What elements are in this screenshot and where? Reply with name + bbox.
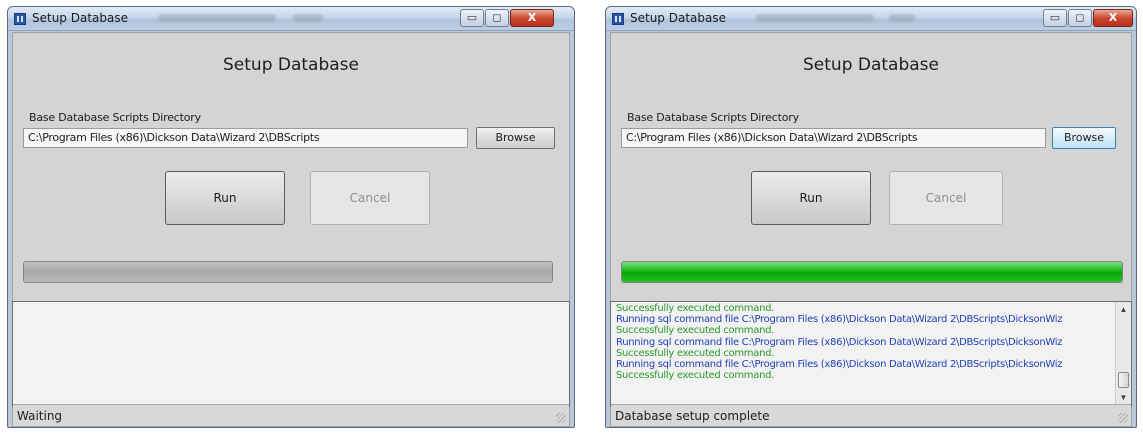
progress-bar — [23, 261, 553, 283]
scripts-directory-input[interactable]: C:\Program Files (x86)\Dickson Data\Wiza… — [621, 128, 1046, 148]
run-button[interactable]: Run — [751, 171, 871, 225]
log-output[interactable]: Successfully executed command. Running sq… — [610, 301, 1132, 407]
minimize-button[interactable]: ▭ — [1043, 9, 1067, 27]
background-menu-blur — [293, 14, 323, 22]
log-line: Running sql command file C:\Program File… — [616, 336, 1063, 348]
setup-window-waiting: Setup Database ▭ ◻ X Setup Database Base… — [7, 6, 575, 428]
browse-button[interactable]: Browse — [1052, 127, 1116, 149]
page-title: Setup Database — [803, 55, 939, 75]
log-line: Successfully executed command. — [616, 325, 775, 337]
progress-fill — [24, 262, 552, 282]
maximize-button[interactable]: ◻ — [485, 9, 509, 27]
window-title: Setup Database — [32, 11, 128, 25]
background-menu-blur — [158, 14, 276, 22]
close-button[interactable]: X — [1093, 9, 1133, 27]
title-bar[interactable]: Setup Database ▭ ◻ X — [8, 7, 574, 31]
cancel-button[interactable]: Cancel — [889, 171, 1003, 225]
background-menu-blur — [889, 14, 915, 22]
log-line: Successfully executed command. — [616, 370, 775, 382]
scripts-directory-input[interactable]: C:\Program Files (x86)\Dickson Data\Wiza… — [23, 128, 468, 148]
status-text: Database setup complete — [615, 409, 770, 423]
log-line: Successfully executed command. — [616, 347, 775, 359]
setup-window-complete: Setup Database ▭ ◻ X Setup Database Base… — [605, 6, 1137, 428]
status-text: Waiting — [17, 409, 63, 423]
window-title: Setup Database — [630, 11, 726, 25]
log-output[interactable] — [12, 301, 570, 407]
minimize-button[interactable]: ▭ — [460, 9, 484, 27]
client-area: Setup Database Base Database Scripts Dir… — [610, 32, 1132, 427]
status-bar: Database setup complete — [611, 404, 1131, 426]
status-bar: Waiting — [13, 404, 569, 426]
scripts-directory-label: Base Database Scripts Directory — [627, 111, 799, 124]
close-button[interactable]: X — [510, 9, 554, 27]
app-grid-icon — [14, 13, 26, 25]
background-menu-blur — [756, 14, 874, 22]
scroll-up-arrow-icon[interactable]: ▲ — [1116, 302, 1131, 318]
maximize-button[interactable]: ◻ — [1068, 9, 1092, 27]
progress-fill — [622, 262, 1122, 282]
client-area: Setup Database Base Database Scripts Dir… — [12, 32, 570, 427]
cancel-button[interactable]: Cancel — [310, 171, 430, 225]
scrollbar-thumb[interactable] — [1118, 372, 1129, 388]
page-title: Setup Database — [223, 55, 359, 75]
resize-grip-icon[interactable] — [556, 413, 566, 423]
scripts-directory-label: Base Database Scripts Directory — [29, 111, 201, 124]
log-line: Running sql command file C:\Program File… — [616, 314, 1063, 326]
resize-grip-icon[interactable] — [1118, 413, 1128, 423]
app-grid-icon — [612, 13, 624, 25]
log-line: Running sql command file C:\Program File… — [616, 359, 1063, 371]
run-button[interactable]: Run — [165, 171, 285, 225]
browse-button[interactable]: Browse — [476, 127, 555, 149]
log-line: Successfully executed command. — [616, 303, 775, 314]
progress-bar — [621, 261, 1123, 283]
log-scrollbar[interactable]: ▲ ▼ — [1115, 302, 1131, 406]
title-bar[interactable]: Setup Database ▭ ◻ X — [606, 7, 1136, 31]
